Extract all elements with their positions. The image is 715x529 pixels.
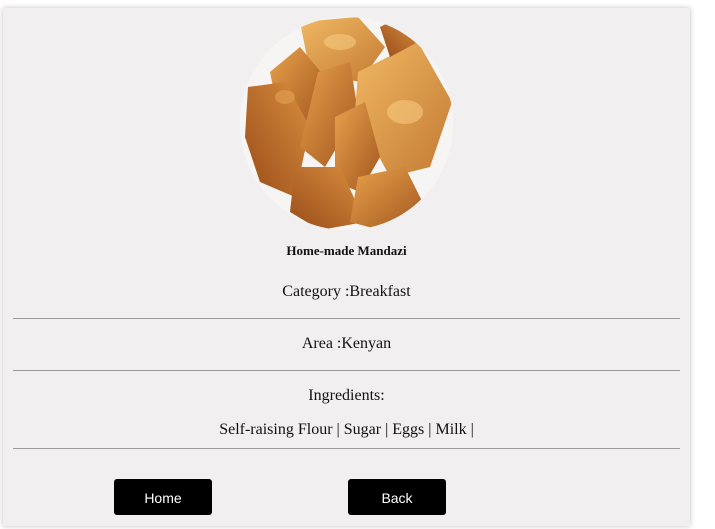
recipe-title: Home-made Mandazi	[286, 243, 407, 258]
area-value: Kenyan	[341, 335, 392, 352]
recipe-card: Home-made Mandazi Category :Breakfast Ar…	[3, 8, 690, 526]
ingredient-item: Sugar	[343, 421, 382, 438]
ingredient-separator: |	[381, 421, 393, 438]
ingredients-list: Self-raising Flour | Sugar | Eggs | Milk…	[3, 421, 690, 439]
mandazi-photo-illustration	[240, 17, 453, 230]
recipe-image	[240, 17, 453, 230]
ingredient-separator: |	[332, 421, 344, 438]
category-row: Category :Breakfast	[3, 283, 690, 301]
ingredients-heading: Ingredients:	[308, 387, 385, 404]
ingredient-item: Self-raising Flour	[219, 421, 333, 438]
category-value: Breakfast	[349, 283, 411, 300]
area-label: Area :	[301, 335, 342, 352]
category-label: Category :	[282, 283, 350, 300]
home-button[interactable]: Home	[114, 479, 212, 515]
back-button[interactable]: Back	[348, 479, 446, 515]
divider	[13, 370, 680, 371]
divider	[13, 448, 680, 449]
ingredient-separator: |	[466, 421, 474, 438]
divider	[13, 318, 680, 319]
ingredient-item: Milk	[435, 421, 467, 438]
ingredient-item: Eggs	[392, 421, 425, 438]
ingredient-separator: |	[424, 421, 436, 438]
area-row: Area :Kenyan	[3, 335, 690, 353]
